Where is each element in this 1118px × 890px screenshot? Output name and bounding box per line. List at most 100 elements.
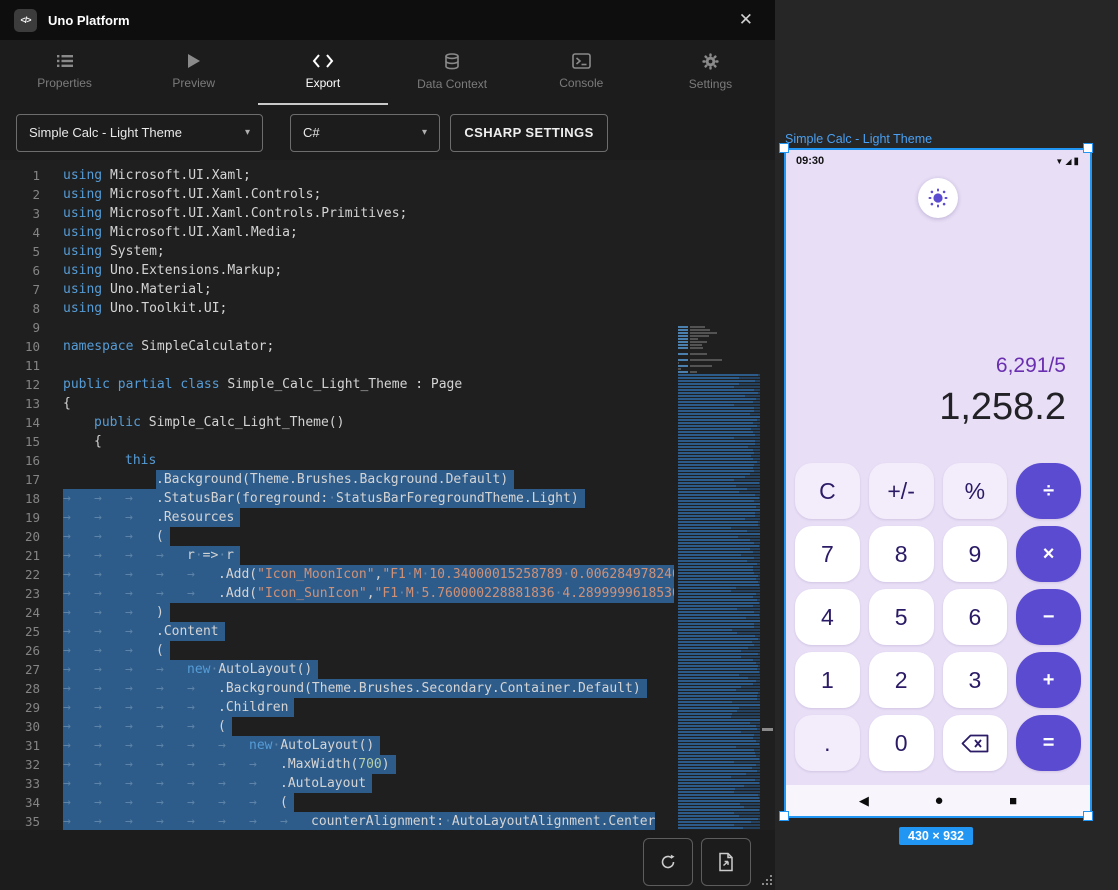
code-pane[interactable]: 1using Microsoft.UI.Xaml;2using Microsof… <box>0 166 674 830</box>
theme-select[interactable]: Simple Calc - Light Theme ▾ <box>16 114 263 152</box>
calc-key-6[interactable]: 6 <box>943 589 1008 645</box>
recents-icon[interactable]: ■ <box>1009 794 1017 807</box>
code-line: 29→→→→→.Children <box>0 698 674 717</box>
calc-key-2[interactable]: 2 <box>869 652 934 708</box>
csharp-settings-button[interactable]: CSHARP SETTINGS <box>450 114 608 152</box>
editor-scrollbar[interactable] <box>760 160 775 830</box>
resize-handle-top-right[interactable] <box>1083 143 1093 153</box>
export-file-button[interactable] <box>701 838 751 886</box>
code-line: 33→→→→→→→.AutoLayout <box>0 774 674 793</box>
line-number: 30 <box>0 717 40 736</box>
line-number: 2 <box>0 185 40 204</box>
sun-icon <box>927 187 949 209</box>
code-line: 31→→→→→→new·AutoLayout() <box>0 736 674 755</box>
calc-key-×[interactable]: × <box>1016 526 1081 582</box>
tab-label: Console <box>559 76 603 90</box>
calc-key-%[interactable]: % <box>943 463 1008 519</box>
tab-console[interactable]: Console <box>517 40 646 105</box>
theme-toggle-button[interactable] <box>918 178 958 218</box>
signal-icon: ◢ <box>1065 157 1072 166</box>
resize-handle-bottom-left[interactable] <box>779 811 789 821</box>
line-number: 17 <box>0 470 40 489</box>
code-line: 14public Simple_Calc_Light_Theme() <box>0 413 674 432</box>
calc-key-.[interactable]: . <box>795 715 860 771</box>
refresh-button[interactable] <box>643 838 693 886</box>
line-number: 21 <box>0 546 40 565</box>
code-line: 10namespace SimpleCalculator; <box>0 337 674 356</box>
code-line: 11 <box>0 356 674 375</box>
calc-key-1[interactable]: 1 <box>795 652 860 708</box>
calc-key-3[interactable]: 3 <box>943 652 1008 708</box>
minimap[interactable] <box>678 326 760 830</box>
line-number: 13 <box>0 394 40 413</box>
line-number: 25 <box>0 622 40 641</box>
line-number: 20 <box>0 527 40 546</box>
file-export-icon <box>717 852 735 872</box>
calc-key-÷[interactable]: ÷ <box>1016 463 1081 519</box>
line-number: 33 <box>0 774 40 793</box>
phone-statusbar: 09:30 ▼ ◢ ▮ <box>786 150 1090 172</box>
database-icon <box>444 53 460 70</box>
console-icon <box>572 53 591 69</box>
resize-grip[interactable] <box>760 875 772 887</box>
phone-frame[interactable]: 09:30 ▼ ◢ ▮ <box>784 148 1092 818</box>
calc-key-8[interactable]: 8 <box>869 526 934 582</box>
language-select[interactable]: C# ▾ <box>290 114 440 152</box>
code-editor[interactable]: 1using Microsoft.UI.Xaml;2using Microsof… <box>0 160 775 830</box>
line-number: 31 <box>0 736 40 755</box>
code-line: 5using System; <box>0 242 674 261</box>
line-number: 10 <box>0 337 40 356</box>
code-line: 3using Microsoft.UI.Xaml.Controls.Primit… <box>0 204 674 223</box>
close-icon[interactable]: ✕ <box>731 8 761 32</box>
line-number: 1 <box>0 166 40 185</box>
code-line: 1using Microsoft.UI.Xaml; <box>0 166 674 185</box>
tool-panel: </> Uno Platform ✕ PropertiesPreviewExpo… <box>0 0 775 890</box>
code-line: 34→→→→→→→( <box>0 793 674 812</box>
calc-key-+/-[interactable]: +/- <box>869 463 934 519</box>
code-line: 12public partial class Simple_Calc_Light… <box>0 375 674 394</box>
code-line: 23→→→→→.Add("Icon_SunIcon","F1·M·5.76000… <box>0 584 674 603</box>
calc-key-C[interactable]: C <box>795 463 860 519</box>
code-line: 32→→→→→→→.MaxWidth(700) <box>0 755 674 774</box>
code-line: 17.Background(Theme.Brushes.Background.D… <box>0 470 674 489</box>
calc-key-5[interactable]: 5 <box>869 589 934 645</box>
line-number: 9 <box>0 318 40 337</box>
calc-key-4[interactable]: 4 <box>795 589 860 645</box>
tab-settings[interactable]: Settings <box>646 40 775 105</box>
code-line: 6using Uno.Extensions.Markup; <box>0 261 674 280</box>
calc-keypad: C+/-%÷ 789× 456− 123+.0 = <box>795 463 1081 771</box>
line-number: 19 <box>0 508 40 527</box>
tab-properties[interactable]: Properties <box>0 40 129 105</box>
resize-handle-top-left[interactable] <box>779 143 789 153</box>
tab-export[interactable]: Export <box>258 40 387 105</box>
line-number: 3 <box>0 204 40 223</box>
calc-key-7[interactable]: 7 <box>795 526 860 582</box>
resize-handle-bottom-right[interactable] <box>1083 811 1093 821</box>
calc-key-9[interactable]: 9 <box>943 526 1008 582</box>
line-number: 4 <box>0 223 40 242</box>
language-select-value: C# <box>303 125 320 140</box>
titlebar: </> Uno Platform ✕ <box>0 0 775 40</box>
refresh-icon <box>658 852 678 872</box>
line-number: 6 <box>0 261 40 280</box>
line-number: 35 <box>0 812 40 830</box>
calc-key-0[interactable]: 0 <box>869 715 934 771</box>
code-line: 35→→→→→→→→counterAlignment:·AutoLayoutAl… <box>0 812 674 830</box>
line-number: 8 <box>0 299 40 318</box>
tab-label: Data Context <box>417 77 487 91</box>
home-icon[interactable]: ● <box>935 793 944 808</box>
tab-data-context[interactable]: Data Context <box>388 40 517 105</box>
tab-preview[interactable]: Preview <box>129 40 258 105</box>
calc-key-−[interactable]: − <box>1016 589 1081 645</box>
statusbar-time: 09:30 <box>796 155 824 167</box>
line-number: 5 <box>0 242 40 261</box>
code-line: 18→→→.StatusBar(foreground:·StatusBarFor… <box>0 489 674 508</box>
back-icon[interactable]: ◀ <box>859 794 869 807</box>
calc-key-+[interactable]: + <box>1016 652 1081 708</box>
calc-key-backspace[interactable] <box>943 715 1008 771</box>
calc-key-=[interactable]: = <box>1016 715 1081 771</box>
tab-bar: PropertiesPreviewExport Data Context Conso… <box>0 40 775 105</box>
code-line: 9 <box>0 318 674 337</box>
code-line: 7using Uno.Material; <box>0 280 674 299</box>
calc-expression: 6,291/5 <box>939 354 1066 378</box>
